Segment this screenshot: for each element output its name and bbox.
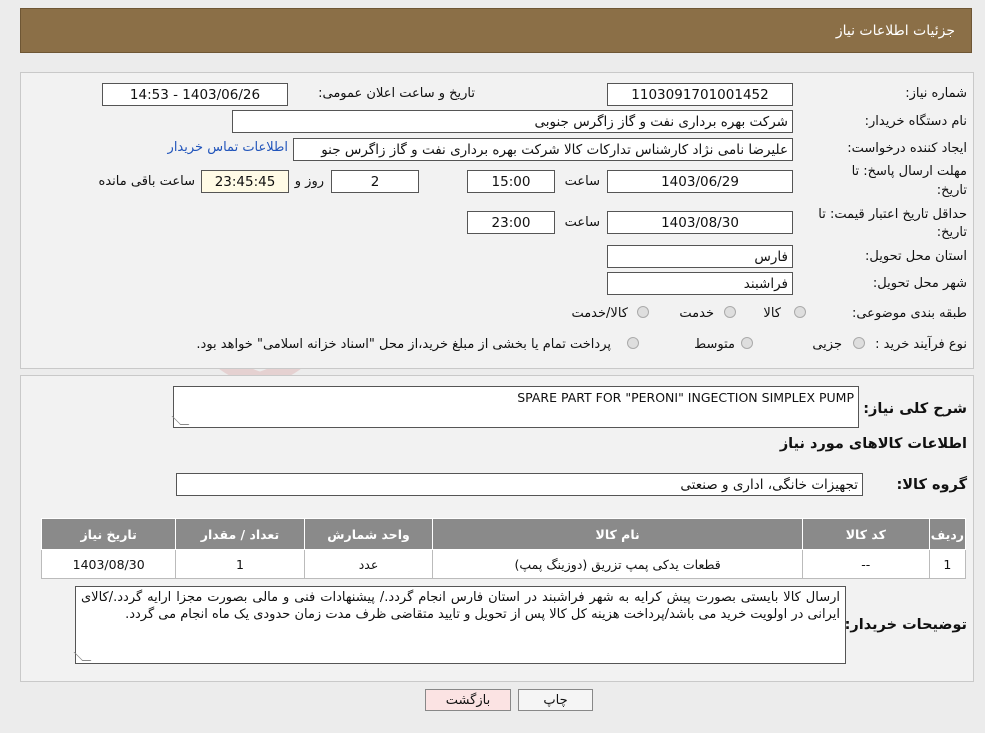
cell-item-name: قطعات یدکی پمپ تزریق (دوزینگ پمپ) bbox=[432, 549, 803, 579]
col-quantity: تعداد / مقدار bbox=[175, 518, 305, 550]
category-radio-service[interactable] bbox=[724, 306, 736, 318]
deadline-time-label: ساعت bbox=[564, 174, 600, 189]
description-text: SPARE PART FOR "PERONI" INGECTION SIMPLE… bbox=[517, 390, 854, 405]
back-button[interactable]: بازگشت bbox=[425, 689, 511, 711]
process-radio-medium[interactable] bbox=[741, 337, 753, 349]
city-field: فراشبند bbox=[607, 272, 793, 295]
time-remaining-label: ساعت باقی مانده bbox=[98, 174, 195, 189]
requester-field: علیرضا نامی نژاد کارشناس تدارکات کالا شر… bbox=[293, 138, 793, 161]
process-note: پرداخت تمام یا بخشی از مبلغ خرید،از محل … bbox=[196, 337, 611, 352]
buyer-org-label: نام دستگاه خریدار: bbox=[864, 114, 967, 129]
days-label: روز و bbox=[294, 174, 324, 189]
process-option-minor: جزیی bbox=[812, 337, 842, 352]
resize-grip-icon[interactable] bbox=[171, 416, 190, 425]
process-label: نوع فرآیند خرید : bbox=[875, 337, 967, 352]
time-remaining-field: 23:45:45 bbox=[201, 170, 289, 193]
table-row: 1 -- قطعات یدکی پمپ تزریق (دوزینگ پمپ) ع… bbox=[40, 549, 967, 579]
cell-unit: عدد bbox=[303, 549, 434, 579]
buyer-org-field: شرکت بهره برداری نفت و گاز زاگرس جنوبی bbox=[232, 110, 793, 133]
deadline-time-field: 15:00 bbox=[467, 170, 555, 193]
category-label: طبقه بندی موضوعی: bbox=[851, 306, 967, 321]
category-option-goods: کالا bbox=[763, 306, 781, 321]
announce-field: 1403/06/26 - 14:53 bbox=[102, 83, 288, 106]
cell-item-code: -- bbox=[801, 549, 930, 579]
deadline-label-line2: تاریخ: bbox=[936, 183, 967, 198]
need-number-label: شماره نیاز: bbox=[905, 86, 967, 101]
col-item-code: کد کالا bbox=[801, 518, 930, 550]
requester-label: ایجاد کننده درخواست: bbox=[847, 141, 967, 156]
need-number-field: 1103091701001452 bbox=[607, 83, 793, 106]
resize-grip-icon[interactable] bbox=[73, 652, 92, 661]
goods-group-label: گروه کالا: bbox=[896, 477, 967, 493]
category-option-goods-service: کالا/خدمت bbox=[571, 306, 628, 321]
buyer-notes-label: توضیحات خریدار: bbox=[844, 617, 967, 633]
buyer-notes-textarea[interactable]: ارسال کالا بایستی بصورت پیش کرایه به شهر… bbox=[73, 586, 846, 664]
cell-row-number: 1 bbox=[928, 549, 967, 579]
buyer-notes-text: ارسال کالا بایستی بصورت پیش کرایه به شهر… bbox=[81, 590, 840, 622]
goods-group-field: تجهیزات خانگی، اداری و صنعتی bbox=[176, 473, 863, 496]
deadline-date-field: 1403/06/29 bbox=[607, 170, 793, 193]
print-button[interactable]: چاپ bbox=[518, 689, 593, 711]
col-row-number: ردیف bbox=[928, 518, 967, 550]
process-checkbox-treasury[interactable] bbox=[627, 337, 639, 349]
col-need-date: تاریخ نیاز bbox=[40, 518, 177, 550]
items-section-title: اطلاعات کالاهای مورد نیاز bbox=[779, 436, 967, 452]
province-field: فارس bbox=[607, 245, 793, 268]
days-remaining-field: 2 bbox=[331, 170, 419, 193]
category-option-service: خدمت bbox=[679, 306, 714, 321]
page-title: جزئیات اطلاعات نیاز bbox=[835, 22, 955, 39]
announce-label: تاریخ و ساعت اعلان عمومی: bbox=[318, 86, 475, 101]
category-radio-goods-service[interactable] bbox=[637, 306, 649, 318]
city-label: شهر محل تحویل: bbox=[872, 276, 967, 291]
buyer-contact-link[interactable]: اطلاعات تماس خریدار bbox=[168, 140, 288, 155]
validity-label-line1: حداقل تاریخ اعتبار قیمت: تا bbox=[818, 207, 967, 222]
validity-label-line2: تاریخ: bbox=[936, 225, 967, 240]
process-radio-minor[interactable] bbox=[853, 337, 865, 349]
description-textarea[interactable]: SPARE PART FOR "PERONI" INGECTION SIMPLE… bbox=[171, 386, 859, 428]
validity-time-field: 23:00 bbox=[467, 211, 555, 234]
page-header: جزئیات اطلاعات نیاز bbox=[20, 8, 972, 53]
process-option-medium: متوسط bbox=[694, 337, 735, 352]
deadline-label-line1: مهلت ارسال پاسخ: تا bbox=[851, 164, 967, 179]
description-label: شرح کلی نیاز: bbox=[863, 401, 967, 417]
col-unit: واحد شمارش bbox=[303, 518, 434, 550]
table-header-row: ردیف کد کالا نام کالا واحد شمارش تعداد /… bbox=[40, 518, 967, 550]
validity-time-label: ساعت bbox=[564, 215, 600, 230]
cell-need-date: 1403/08/30 bbox=[40, 549, 177, 579]
col-item-name: نام کالا bbox=[432, 518, 803, 550]
items-table: ردیف کد کالا نام کالا واحد شمارش تعداد /… bbox=[40, 518, 967, 579]
validity-date-field: 1403/08/30 bbox=[607, 211, 793, 234]
cell-quantity: 1 bbox=[175, 549, 305, 579]
province-label: استان محل تحویل: bbox=[865, 249, 967, 264]
category-radio-goods[interactable] bbox=[794, 306, 806, 318]
